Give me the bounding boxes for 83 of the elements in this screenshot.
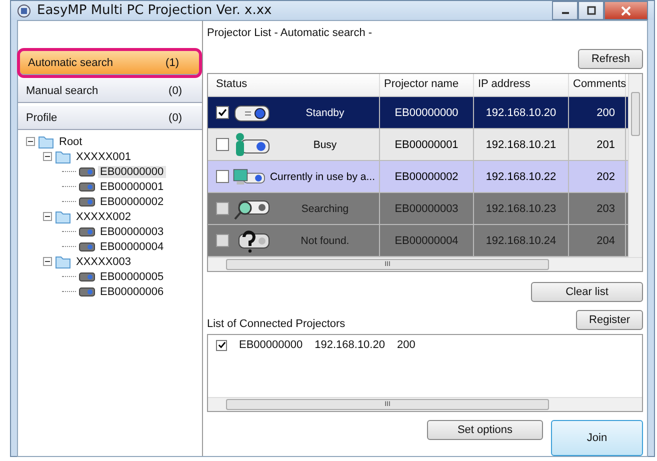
collapse-icon[interactable] [26, 137, 35, 146]
connected-list-heading: List of Connected Projectors [207, 318, 346, 330]
tree-item[interactable]: XXXXX003 [74, 256, 134, 268]
tree-item[interactable]: EB00000003 [98, 226, 166, 238]
column-header[interactable]: IP address [474, 74, 569, 96]
status-text: Busy [312, 138, 338, 150]
join-button[interactable]: Join [551, 420, 643, 456]
folder-icon [55, 254, 71, 268]
maximize-icon [586, 6, 596, 15]
collapse-icon[interactable] [43, 257, 52, 266]
search-mode-tab[interactable]: Profile (0) [18, 106, 202, 130]
table-cell: 192.168.10.24 [474, 225, 569, 256]
status-text: Searching [300, 202, 350, 214]
app-icon [17, 4, 31, 18]
table-cell: 192.168.10.21 [474, 129, 569, 160]
clear-list-button[interactable]: Clear list [531, 282, 643, 302]
table-cell: 192.168.10.20 [474, 97, 569, 128]
table-cell: 201 [569, 129, 626, 160]
tree-item[interactable]: EB00000000 [98, 166, 166, 178]
list-text: 200 [396, 339, 416, 351]
table-cell: 204 [569, 225, 626, 256]
status-text: Not found. [300, 234, 350, 246]
maximize-button[interactable] [578, 1, 604, 20]
checkbox[interactable] [216, 234, 229, 247]
search-mode-tab[interactable]: Automatic search (1) [20, 51, 199, 75]
window-title: EasyMP Multi PC Projection Ver. x.xx [37, 3, 272, 18]
checkbox[interactable] [216, 170, 229, 183]
checkbox[interactable] [216, 106, 229, 119]
projector-icon [79, 196, 95, 206]
column-header[interactable]: Projector name [380, 74, 474, 96]
table-cell: 200 [569, 97, 626, 128]
tree-item[interactable]: EB00000005 [98, 270, 166, 282]
table-cell: EB00000004 [380, 225, 474, 256]
checkbox[interactable] [216, 138, 229, 151]
table-cell: 203 [569, 193, 626, 224]
table-row[interactable]: Not found. EB00000004 192.168.10.24 204 [208, 225, 628, 257]
tree-item[interactable]: EB00000001 [98, 180, 166, 192]
register-button[interactable]: Register [576, 310, 643, 330]
table-cell: EB00000002 [380, 161, 474, 192]
checkbox[interactable] [216, 202, 229, 215]
table-cell: 192.168.10.23 [474, 193, 569, 224]
tree-item[interactable]: XXXXX002 [74, 210, 134, 222]
status-text: Currently in use by a... [270, 170, 375, 182]
table-cell: 192.168.10.22 [474, 161, 569, 192]
tree-item[interactable]: EB00000002 [98, 196, 166, 208]
close-button[interactable] [604, 1, 648, 20]
table-row[interactable]: Currently in use by a... EB00000002 192.168.10.22 202 [208, 161, 628, 193]
list-text: 192.168.10.20 [314, 339, 385, 351]
collapse-icon[interactable] [43, 152, 52, 161]
vertical-scrollbar[interactable] [628, 74, 642, 257]
table-cell: EB00000003 [380, 193, 474, 224]
folder-icon [38, 134, 54, 148]
table-row[interactable]: Busy EB00000001 192.168.10.21 201 [208, 129, 628, 161]
table-cell: 202 [569, 161, 626, 192]
projector-icon [79, 182, 95, 192]
list-text: EB00000000 [239, 339, 303, 351]
table-cell: EB00000000 [380, 97, 474, 128]
column-header[interactable]: Status [208, 74, 380, 96]
search-mode-tab[interactable]: Manual search (0) [18, 79, 202, 103]
projector-icon [79, 272, 95, 282]
projector-icon [79, 286, 95, 296]
tree-item[interactable]: EB00000004 [98, 240, 166, 252]
table-cell: EB00000001 [380, 129, 474, 160]
folder-icon [55, 210, 71, 224]
projector-icon [79, 226, 95, 236]
set-options-button[interactable]: Set options [427, 420, 543, 440]
checkbox[interactable] [216, 340, 227, 350]
projector-icon [79, 166, 95, 176]
person-projector-icon [233, 132, 271, 158]
column-header[interactable]: Comments [569, 74, 626, 96]
minimize-button[interactable] [552, 1, 578, 20]
table-row[interactable]: Standby EB00000000 192.168.10.20 200 [208, 97, 628, 129]
tree-item[interactable]: EB00000006 [98, 286, 166, 298]
projector-list-heading: Projector List - Automatic search - [207, 27, 374, 39]
tree-item[interactable]: Root [57, 136, 84, 148]
tree-item[interactable]: XXXXX001 [74, 150, 134, 162]
projector-icon [79, 242, 95, 252]
close-icon [621, 6, 631, 16]
table-row[interactable]: Searching EB00000003 192.168.10.23 203 [208, 193, 628, 225]
refresh-button[interactable]: Refresh [578, 49, 643, 69]
folder-icon [55, 150, 71, 164]
collapse-icon[interactable] [43, 212, 52, 221]
status-text: Standby [304, 106, 346, 118]
